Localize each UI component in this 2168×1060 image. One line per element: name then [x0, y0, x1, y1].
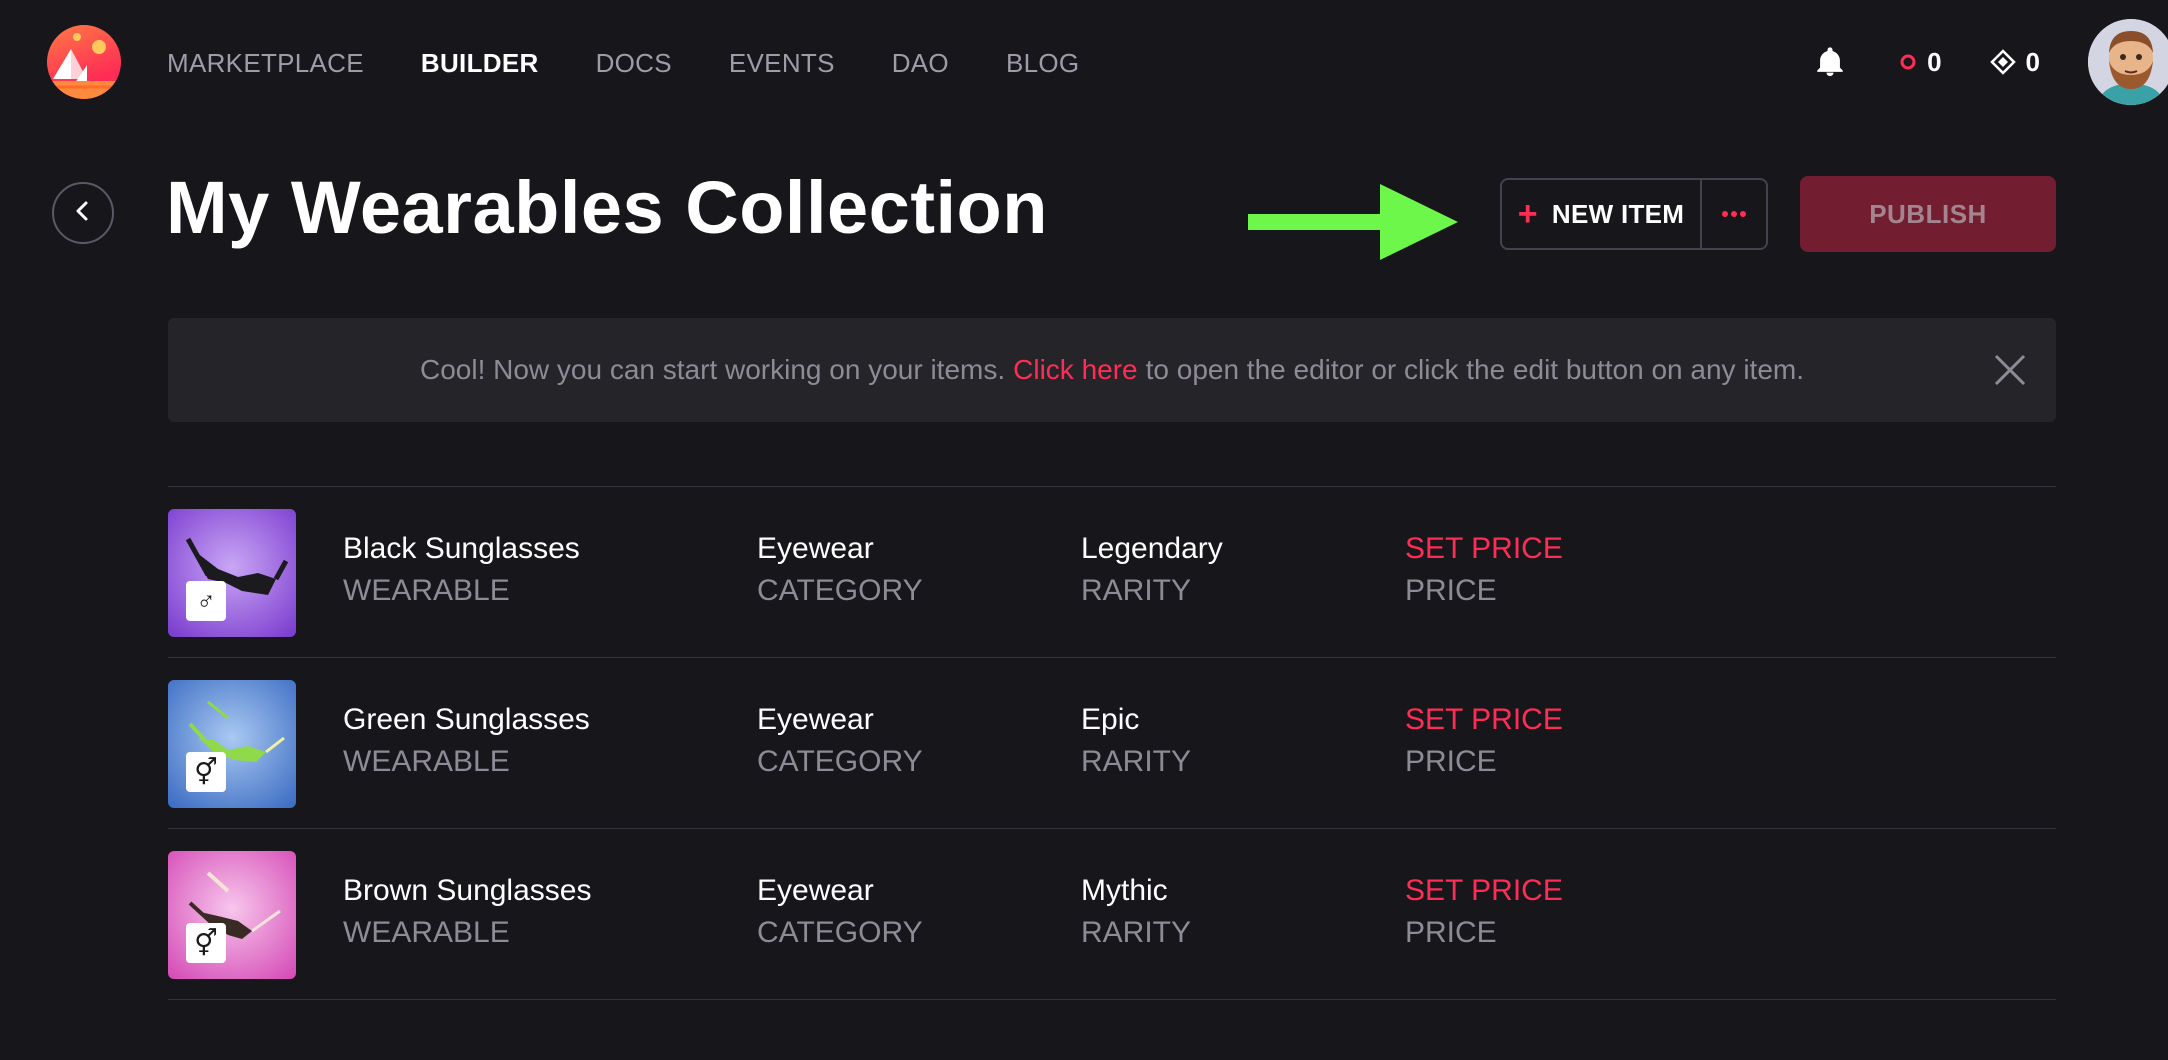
item-price-cell: SET PRICE PRICE: [1405, 529, 1563, 613]
new-item-label: NEW ITEM: [1551, 198, 1685, 229]
table-row[interactable]: ⚥ Green Sunglasses WEARABLE Eyewear CATE…: [168, 658, 2056, 829]
items-table: ♂︎ Black Sunglasses WEARABLE Eyewear CAT…: [168, 486, 2056, 1000]
mana-polygon-balance[interactable]: 0: [1899, 46, 1942, 78]
item-category: Eyewear: [757, 874, 874, 907]
set-price-link[interactable]: SET PRICE: [1405, 700, 1563, 740]
item-name: Brown Sunglasses: [343, 874, 592, 907]
nav-marketplace[interactable]: Marketplace: [167, 45, 364, 81]
info-banner: Cool! Now you can start working on your …: [168, 318, 2056, 422]
publish-button[interactable]: PUBLISH: [1800, 176, 2056, 252]
nav-dao[interactable]: DAO: [892, 45, 949, 81]
item-type-label: WEARABLE: [343, 745, 510, 778]
open-editor-link[interactable]: Click here: [1013, 354, 1137, 386]
banner-text-after: to open the editor or click the edit but…: [1145, 354, 1805, 385]
ethereum-mana-icon: [1989, 49, 2016, 75]
green-arrow-annotation: [1248, 184, 1460, 265]
price-label: PRICE: [1405, 574, 1497, 607]
chevron-left-icon: [72, 200, 94, 227]
gender-icon: ⚥: [186, 752, 226, 792]
mana-polygon-amount: 0: [1927, 46, 1942, 77]
item-rarity: Mythic: [1081, 874, 1168, 907]
new-item-button-group: + NEW ITEM: [1500, 178, 1768, 250]
rarity-label: RARITY: [1081, 916, 1192, 949]
bell-icon[interactable]: [1813, 45, 1847, 79]
page-title: My Wearables Collection: [166, 166, 1048, 249]
item-rarity-cell: Mythic RARITY: [1081, 871, 1191, 955]
table-row[interactable]: ⚥ Brown Sunglasses WEARABLE Eyewear CATE…: [168, 829, 2056, 1000]
category-label: CATEGORY: [757, 574, 923, 607]
rarity-label: RARITY: [1081, 574, 1192, 607]
item-rarity: Epic: [1081, 703, 1140, 736]
rarity-label: RARITY: [1081, 745, 1192, 778]
price-label: PRICE: [1405, 916, 1497, 949]
nav-events[interactable]: Events: [729, 45, 835, 81]
back-button[interactable]: [52, 182, 114, 244]
set-price-link[interactable]: SET PRICE: [1405, 529, 1563, 569]
item-price-cell: SET PRICE PRICE: [1405, 871, 1563, 955]
price-label: PRICE: [1405, 745, 1497, 778]
banner-text-before: Cool! Now you can start working on your …: [419, 354, 1006, 385]
user-avatar[interactable]: [2088, 19, 2168, 105]
item-thumbnail[interactable]: ⚥: [168, 851, 296, 979]
mana-ethereum-balance[interactable]: 0: [1989, 46, 2040, 78]
nav-docs[interactable]: Docs: [596, 45, 672, 81]
item-thumbnail[interactable]: ⚥: [168, 680, 296, 808]
mana-ethereum-amount: 0: [2025, 46, 2040, 77]
category-label: CATEGORY: [757, 916, 923, 949]
item-type-label: WEARABLE: [343, 916, 510, 949]
decentraland-logo[interactable]: [47, 25, 121, 99]
item-name-cell: Green Sunglasses WEARABLE: [343, 700, 590, 784]
nav-builder[interactable]: Builder: [421, 45, 539, 81]
item-name-cell: Brown Sunglasses WEARABLE: [343, 871, 591, 955]
item-category: Eyewear: [757, 532, 874, 565]
polygon-mana-icon: [1899, 53, 1917, 71]
close-icon[interactable]: [1992, 352, 2028, 388]
item-category-cell: Eyewear CATEGORY: [757, 871, 923, 955]
user-menu: 0 0: [1813, 16, 2168, 108]
item-category-cell: Eyewear CATEGORY: [757, 529, 923, 613]
gender-icon: ♂︎: [186, 581, 226, 621]
item-thumbnail[interactable]: ♂︎: [168, 509, 296, 637]
item-rarity: Legendary: [1081, 532, 1223, 565]
set-price-link[interactable]: SET PRICE: [1405, 871, 1563, 911]
item-name: Black Sunglasses: [343, 532, 580, 565]
category-label: CATEGORY: [757, 745, 923, 778]
more-dots-icon: [1721, 205, 1747, 223]
table-row[interactable]: ♂︎ Black Sunglasses WEARABLE Eyewear CAT…: [168, 487, 2056, 658]
item-category: Eyewear: [757, 703, 874, 736]
item-type-label: WEARABLE: [343, 574, 510, 607]
new-item-button[interactable]: + NEW ITEM: [1502, 180, 1702, 248]
item-category-cell: Eyewear CATEGORY: [757, 700, 923, 784]
item-rarity-cell: Legendary RARITY: [1081, 529, 1223, 613]
item-rarity-cell: Epic RARITY: [1081, 700, 1191, 784]
main-nav: Marketplace Builder Docs Events DAO Blog: [167, 45, 1136, 81]
more-options-button[interactable]: [1702, 180, 1766, 248]
nav-blog[interactable]: Blog: [1006, 45, 1079, 81]
item-price-cell: SET PRICE PRICE: [1405, 700, 1563, 784]
item-name: Green Sunglasses: [343, 703, 590, 736]
plus-icon: +: [1517, 195, 1538, 233]
gender-icon: ⚥: [186, 923, 226, 963]
item-name-cell: Black Sunglasses WEARABLE: [343, 529, 580, 613]
